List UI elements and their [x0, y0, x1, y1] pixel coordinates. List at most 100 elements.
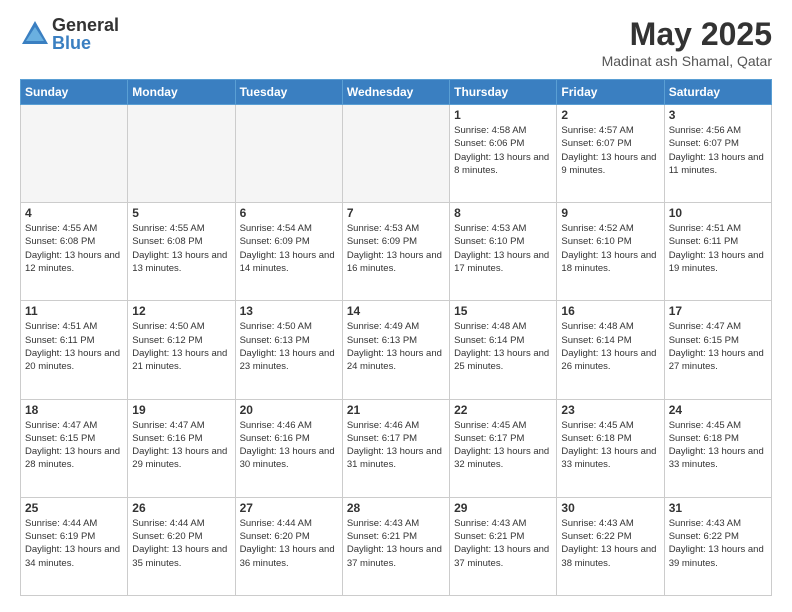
calendar-cell: 12 Sunrise: 4:50 AM Sunset: 6:12 PM Dayli…: [128, 301, 235, 399]
day-info: Sunrise: 4:45 AM Sunset: 6:17 PM Dayligh…: [454, 419, 552, 472]
day-info: Sunrise: 4:43 AM Sunset: 6:22 PM Dayligh…: [561, 517, 659, 570]
day-number: 14: [347, 304, 445, 318]
calendar-cell: 4 Sunrise: 4:55 AM Sunset: 6:08 PM Daylig…: [21, 203, 128, 301]
calendar-cell: 28Sunrise: 4:43 AM Sunset: 6:21 PM Dayli…: [342, 497, 449, 595]
calendar-cell: 27 Sunrise: 4:44 AM Sunset: 6:20 PM Dayli…: [235, 497, 342, 595]
day-number: 2: [561, 108, 659, 122]
day-number: 3: [669, 108, 767, 122]
day-number: 26: [132, 501, 230, 515]
day-info: Sunrise: 4:47 AM Sunset: 6:15 PM Dayligh…: [669, 320, 767, 373]
header: General Blue May 2025 Madinat ash Shamal…: [20, 16, 772, 69]
calendar-cell: 13 Sunrise: 4:50 AM Sunset: 6:13 PM Dayli…: [235, 301, 342, 399]
calendar-header-monday: Monday: [128, 80, 235, 105]
day-number: 27: [240, 501, 338, 515]
calendar-header-thursday: Thursday: [450, 80, 557, 105]
calendar-cell: 19 Sunrise: 4:47 AM Sunset: 6:16 PM Dayli…: [128, 399, 235, 497]
day-info: Sunrise: 4:58 AM Sunset: 6:06 PM Dayligh…: [454, 124, 552, 177]
day-info: Sunrise: 4:47 AM Sunset: 6:16 PM Dayligh…: [132, 419, 230, 472]
day-number: 25: [25, 501, 123, 515]
calendar-cell: 30 Sunrise: 4:43 AM Sunset: 6:22 PM Dayli…: [557, 497, 664, 595]
day-info: Sunrise: 4:55 AM Sunset: 6:08 PM Dayligh…: [25, 222, 123, 275]
calendar-header-sunday: Sunday: [21, 80, 128, 105]
calendar-week-3: 11Sunrise: 4:51 AM Sunset: 6:11 PM Dayli…: [21, 301, 772, 399]
day-info: Sunrise: 4:43 AM Sunset: 6:21 PM Dayligh…: [454, 517, 552, 570]
calendar-week-1: 1 Sunrise: 4:58 AM Sunset: 6:06 PM Daylig…: [21, 105, 772, 203]
day-info: Sunrise: 4:55 AM Sunset: 6:08 PM Dayligh…: [132, 222, 230, 275]
day-number: 10: [669, 206, 767, 220]
calendar-header-row: SundayMondayTuesdayWednesdayThursdayFrid…: [21, 80, 772, 105]
logo-text: General Blue: [52, 16, 119, 52]
calendar-cell: 11Sunrise: 4:51 AM Sunset: 6:11 PM Dayli…: [21, 301, 128, 399]
day-number: 13: [240, 304, 338, 318]
calendar-cell: 8 Sunrise: 4:53 AM Sunset: 6:10 PM Daylig…: [450, 203, 557, 301]
title-location: Madinat ash Shamal, Qatar: [602, 53, 772, 69]
day-info: Sunrise: 4:46 AM Sunset: 6:16 PM Dayligh…: [240, 419, 338, 472]
day-number: 29: [454, 501, 552, 515]
calendar-header-tuesday: Tuesday: [235, 80, 342, 105]
calendar-cell: 5 Sunrise: 4:55 AM Sunset: 6:08 PM Daylig…: [128, 203, 235, 301]
day-info: Sunrise: 4:44 AM Sunset: 6:20 PM Dayligh…: [132, 517, 230, 570]
day-number: 4: [25, 206, 123, 220]
calendar-week-4: 18 Sunrise: 4:47 AM Sunset: 6:15 PM Dayli…: [21, 399, 772, 497]
calendar-cell: 16Sunrise: 4:48 AM Sunset: 6:14 PM Dayli…: [557, 301, 664, 399]
calendar-cell: 9Sunrise: 4:52 AM Sunset: 6:10 PM Daylig…: [557, 203, 664, 301]
day-number: 9: [561, 206, 659, 220]
day-info: Sunrise: 4:43 AM Sunset: 6:22 PM Dayligh…: [669, 517, 767, 570]
logo-icon: [20, 19, 50, 49]
calendar-cell: 31Sunrise: 4:43 AM Sunset: 6:22 PM Dayli…: [664, 497, 771, 595]
calendar-week-2: 4 Sunrise: 4:55 AM Sunset: 6:08 PM Daylig…: [21, 203, 772, 301]
day-number: 30: [561, 501, 659, 515]
calendar-header-saturday: Saturday: [664, 80, 771, 105]
day-number: 18: [25, 403, 123, 417]
calendar-cell: 23Sunrise: 4:45 AM Sunset: 6:18 PM Dayli…: [557, 399, 664, 497]
calendar-cell: 24Sunrise: 4:45 AM Sunset: 6:18 PM Dayli…: [664, 399, 771, 497]
logo-blue: Blue: [52, 34, 119, 52]
calendar-cell: 15 Sunrise: 4:48 AM Sunset: 6:14 PM Dayli…: [450, 301, 557, 399]
day-number: 16: [561, 304, 659, 318]
calendar-cell: 29 Sunrise: 4:43 AM Sunset: 6:21 PM Dayli…: [450, 497, 557, 595]
day-info: Sunrise: 4:53 AM Sunset: 6:10 PM Dayligh…: [454, 222, 552, 275]
day-info: Sunrise: 4:50 AM Sunset: 6:13 PM Dayligh…: [240, 320, 338, 373]
day-number: 6: [240, 206, 338, 220]
day-number: 1: [454, 108, 552, 122]
logo-general: General: [52, 16, 119, 34]
day-number: 20: [240, 403, 338, 417]
day-number: 12: [132, 304, 230, 318]
calendar-header-friday: Friday: [557, 80, 664, 105]
calendar-cell: 26 Sunrise: 4:44 AM Sunset: 6:20 PM Dayli…: [128, 497, 235, 595]
calendar-cell: [128, 105, 235, 203]
day-info: Sunrise: 4:47 AM Sunset: 6:15 PM Dayligh…: [25, 419, 123, 472]
day-info: Sunrise: 4:51 AM Sunset: 6:11 PM Dayligh…: [25, 320, 123, 373]
calendar-cell: [235, 105, 342, 203]
day-info: Sunrise: 4:46 AM Sunset: 6:17 PM Dayligh…: [347, 419, 445, 472]
day-info: Sunrise: 4:45 AM Sunset: 6:18 PM Dayligh…: [561, 419, 659, 472]
calendar-cell: 7 Sunrise: 4:53 AM Sunset: 6:09 PM Daylig…: [342, 203, 449, 301]
calendar-cell: 3 Sunrise: 4:56 AM Sunset: 6:07 PM Daylig…: [664, 105, 771, 203]
calendar-cell: [21, 105, 128, 203]
day-number: 19: [132, 403, 230, 417]
day-number: 8: [454, 206, 552, 220]
page: General Blue May 2025 Madinat ash Shamal…: [0, 0, 792, 612]
calendar-cell: 14Sunrise: 4:49 AM Sunset: 6:13 PM Dayli…: [342, 301, 449, 399]
day-info: Sunrise: 4:56 AM Sunset: 6:07 PM Dayligh…: [669, 124, 767, 177]
calendar-cell: 10Sunrise: 4:51 AM Sunset: 6:11 PM Dayli…: [664, 203, 771, 301]
calendar-cell: 17Sunrise: 4:47 AM Sunset: 6:15 PM Dayli…: [664, 301, 771, 399]
calendar-cell: 21Sunrise: 4:46 AM Sunset: 6:17 PM Dayli…: [342, 399, 449, 497]
day-number: 28: [347, 501, 445, 515]
calendar-header-wednesday: Wednesday: [342, 80, 449, 105]
calendar-cell: 1 Sunrise: 4:58 AM Sunset: 6:06 PM Daylig…: [450, 105, 557, 203]
calendar-cell: 25Sunrise: 4:44 AM Sunset: 6:19 PM Dayli…: [21, 497, 128, 595]
title-block: May 2025 Madinat ash Shamal, Qatar: [602, 16, 772, 69]
calendar-cell: 22 Sunrise: 4:45 AM Sunset: 6:17 PM Dayli…: [450, 399, 557, 497]
day-info: Sunrise: 4:50 AM Sunset: 6:12 PM Dayligh…: [132, 320, 230, 373]
day-number: 5: [132, 206, 230, 220]
day-number: 7: [347, 206, 445, 220]
day-number: 15: [454, 304, 552, 318]
day-info: Sunrise: 4:57 AM Sunset: 6:07 PM Dayligh…: [561, 124, 659, 177]
day-info: Sunrise: 4:48 AM Sunset: 6:14 PM Dayligh…: [454, 320, 552, 373]
day-info: Sunrise: 4:44 AM Sunset: 6:20 PM Dayligh…: [240, 517, 338, 570]
day-info: Sunrise: 4:45 AM Sunset: 6:18 PM Dayligh…: [669, 419, 767, 472]
day-info: Sunrise: 4:53 AM Sunset: 6:09 PM Dayligh…: [347, 222, 445, 275]
day-number: 22: [454, 403, 552, 417]
calendar-cell: 20 Sunrise: 4:46 AM Sunset: 6:16 PM Dayli…: [235, 399, 342, 497]
